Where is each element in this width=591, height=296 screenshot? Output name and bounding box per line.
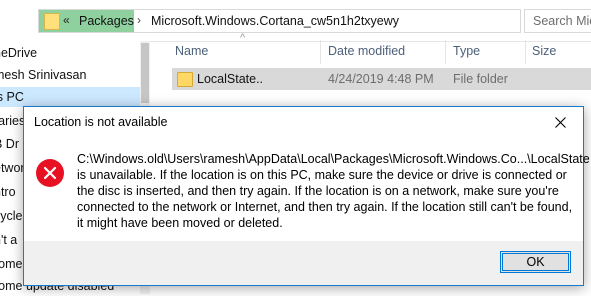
address-field[interactable]: « Packages › Microsoft.Windows.Cortana_c… xyxy=(38,9,521,33)
ok-button[interactable]: OK xyxy=(500,251,571,273)
chevron-right-icon[interactable]: › xyxy=(137,13,141,27)
location-unavailable-dialog: Location is not available C:\Windows.old… xyxy=(23,106,590,286)
dialog-title: Location is not available xyxy=(34,115,168,129)
dialog-titlebar[interactable]: Location is not available xyxy=(24,107,583,137)
address-bar: « Packages › Microsoft.Windows.Cortana_c… xyxy=(0,0,591,42)
nav-item-onedrive[interactable]: neDrive xyxy=(0,43,140,63)
folder-icon xyxy=(177,72,193,87)
dialog-footer: OK xyxy=(24,241,583,285)
sort-arrow-icon: ^ xyxy=(240,32,246,44)
error-icon xyxy=(36,159,64,187)
search-input[interactable]: Search Mic xyxy=(524,9,591,33)
file-type: File folder xyxy=(453,72,508,86)
column-header-date-modified[interactable]: Date modified xyxy=(328,44,405,58)
folder-icon xyxy=(44,13,60,30)
nav-scrollbar-thumb[interactable] xyxy=(141,43,149,103)
column-divider[interactable] xyxy=(525,40,526,64)
column-header-type[interactable]: Type xyxy=(453,44,480,58)
column-divider[interactable] xyxy=(445,40,446,64)
column-header-name[interactable]: Name xyxy=(175,44,208,58)
nav-item-this-pc[interactable]: is PC xyxy=(0,87,140,107)
search-placeholder: Search Mic xyxy=(533,14,591,28)
column-header-size[interactable]: Size xyxy=(532,44,556,58)
breadcrumb-cortana-package[interactable]: Microsoft.Windows.Cortana_cw5n1h2txyewy xyxy=(151,14,399,28)
dialog-body: C:\Windows.old\Users\ramesh\AppData\Loca… xyxy=(24,137,590,241)
nav-item-user[interactable]: mesh Srinivasan xyxy=(0,65,140,85)
file-date-modified: 4/24/2019 4:48 PM xyxy=(328,72,434,86)
file-name[interactable]: LocalState.. xyxy=(197,72,263,86)
close-icon xyxy=(554,116,566,128)
overflow-chevrons[interactable]: « xyxy=(63,13,70,27)
close-button[interactable] xyxy=(537,107,583,137)
column-divider[interactable] xyxy=(320,40,321,64)
dialog-message: C:\Windows.old\Users\ramesh\AppData\Loca… xyxy=(77,152,590,230)
breadcrumb-packages[interactable]: Packages xyxy=(79,14,134,28)
